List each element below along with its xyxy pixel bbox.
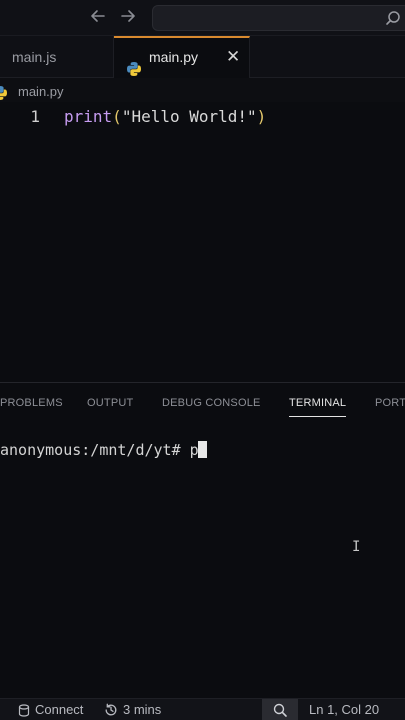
zoom-icon [273,703,287,717]
breadcrumb-file[interactable]: main.py [18,82,64,102]
editor-tab-bar: main.js main.py ✕ [0,36,405,78]
arrow-right-icon[interactable] [117,7,139,29]
tab-debug-console[interactable]: DEBUG CONSOLE [162,393,261,413]
command-center-search[interactable] [152,5,405,31]
status-bar: Connect 3 mins Ln 1, Col 20 [0,698,405,720]
bottom-panel: PROBLEMS OUTPUT DEBUG CONSOLE TERMINAL P… [0,382,405,698]
mouse-cursor-ibeam: I [352,539,361,555]
tab-label: main.py [149,49,199,65]
title-bar [0,0,405,36]
status-time-label: 3 mins [123,702,162,717]
terminal-cursor [197,441,207,458]
tab-label: main.js [12,49,57,65]
zoom-button[interactable] [262,699,298,720]
tab-problems[interactable]: PROBLEMS [0,393,63,413]
code-line[interactable]: print("Hello World!") [64,107,266,126]
tab-output[interactable]: OUTPUT [87,393,133,413]
terminal-line[interactable]: anonymous:/mnt/d/yt# p [0,441,207,459]
tab-terminal[interactable]: TERMINAL [289,393,347,417]
breadcrumb[interactable]: main.py [0,82,200,102]
tab-main-py[interactable]: main.py ✕ [114,36,250,78]
status-connect[interactable]: Connect [18,699,83,720]
vscode-window: main.js main.py ✕ main.py 1 print("Hello… [0,0,405,720]
tab-ports[interactable]: PORTS [375,393,405,413]
terminal-prompt: anonymous:/mnt/d/yt# [0,441,190,459]
code-function-token: print [64,107,113,126]
status-connect-label: Connect [35,702,84,717]
code-paren-close: ) [256,107,267,126]
database-icon [18,704,30,717]
arrow-left-icon[interactable] [87,7,109,29]
status-cursor-position[interactable]: Ln 1, Col 20 [309,699,379,720]
tab-main-js[interactable]: main.js [0,36,114,78]
close-icon[interactable]: ✕ [226,36,240,78]
history-icon [105,703,117,716]
code-editor[interactable]: 1 print("Hello World!") [0,102,405,382]
code-string-token: "Hello World!" [121,107,257,126]
search-icon[interactable] [385,10,401,26]
line-number: 1 [30,107,40,126]
code-paren-open: ( [112,107,122,126]
status-time[interactable]: 3 mins [104,699,161,720]
